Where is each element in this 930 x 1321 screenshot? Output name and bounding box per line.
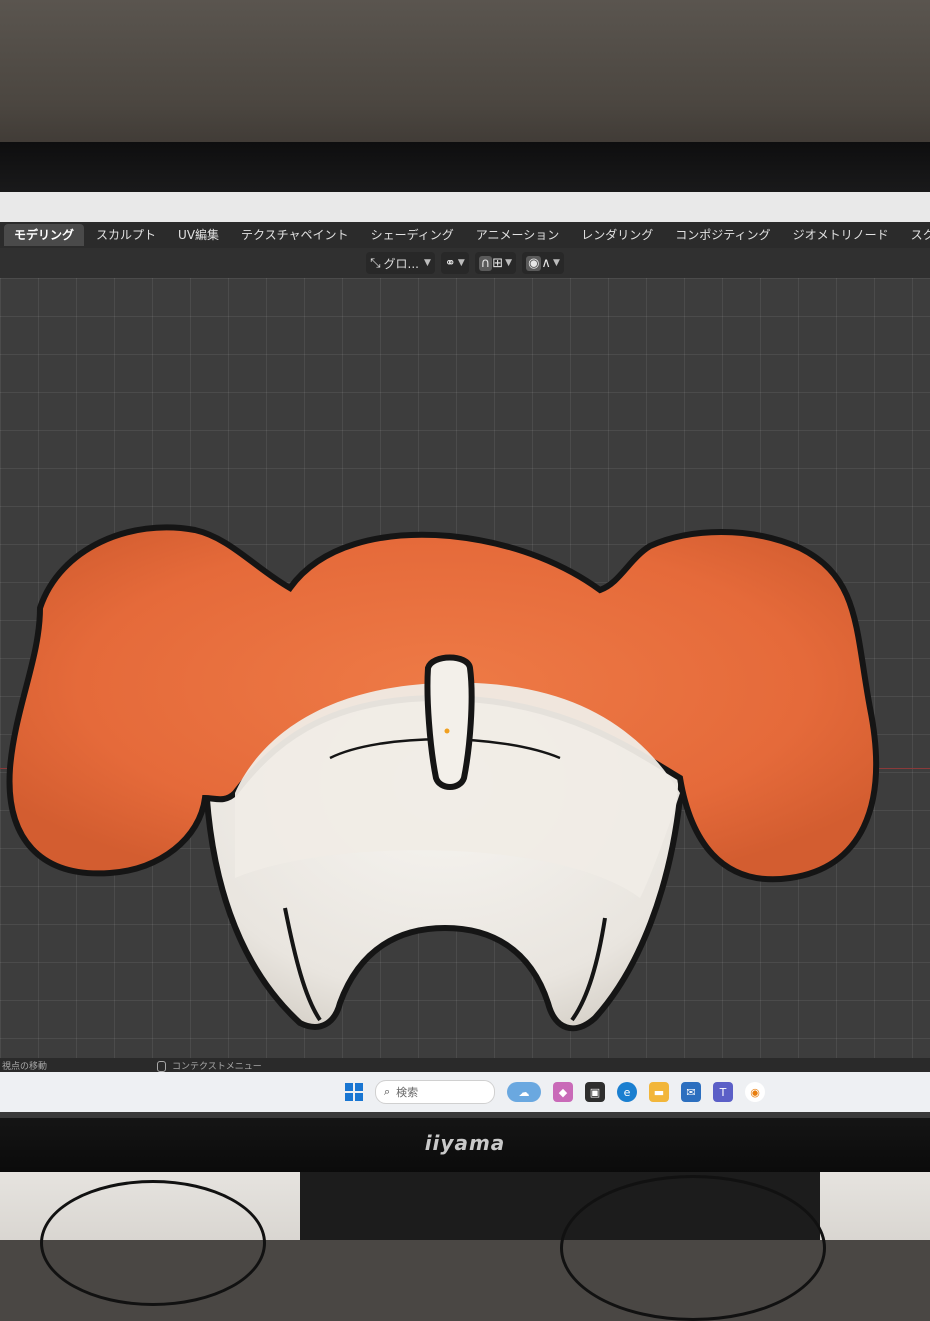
transform-orientation-dropdown[interactable]: ⤡ グロ... ▼ — [366, 252, 435, 274]
snap-icon[interactable]: ∩ — [478, 255, 493, 271]
mail-icon[interactable]: ✉ — [681, 1082, 701, 1102]
transform-orientation-icon: ⤡ — [370, 255, 381, 271]
transform-orientation-label: グロ... — [383, 256, 419, 271]
falloff-icon[interactable]: ∧ — [541, 256, 551, 271]
monitor-screen: モデリング スカルプト UV編集 テクスチャペイント シェーディング アニメーシ… — [0, 192, 930, 1120]
pivot-point-dropdown[interactable]: ⚭ ▼ — [440, 252, 469, 274]
chevron-down-icon: ▼ — [505, 258, 513, 268]
tab-animation[interactable]: アニメーション — [466, 224, 570, 246]
copilot-icon[interactable]: ◆ — [553, 1082, 573, 1102]
file-explorer-icon[interactable]: ▬ — [649, 1082, 669, 1102]
mouse-right-icon — [157, 1060, 167, 1072]
background-wall — [0, 0, 930, 150]
cable — [40, 1180, 266, 1306]
chevron-down-icon: ▼ — [457, 258, 465, 268]
tab-geometry-nodes[interactable]: ジオメトリノード — [783, 224, 899, 246]
status-hint-context-menu-label: コンテクストメニュー — [172, 1061, 262, 1072]
task-view-icon[interactable]: ▣ — [585, 1082, 605, 1102]
proportional-edit-icon[interactable]: ◉ — [526, 255, 542, 271]
status-hint-context-menu: コンテクストメニュー — [157, 1059, 262, 1072]
monitor-bezel-top — [0, 142, 930, 198]
windows-taskbar: ⌕ 検索 ☁ ◆ ▣ e ▬ ✉ T ◉ — [0, 1072, 930, 1112]
widgets-icon[interactable]: ☁ — [507, 1082, 541, 1102]
search-icon: ⌕ — [384, 1085, 391, 1098]
origin-point[interactable] — [444, 728, 450, 734]
tab-texture-paint[interactable]: テクスチャペイント — [231, 224, 359, 246]
title-strip — [0, 192, 930, 222]
tab-scripting[interactable]: スクリプト — [901, 224, 930, 246]
tab-modeling[interactable]: モデリング — [4, 224, 85, 246]
tab-compositing[interactable]: コンポジティング — [665, 224, 780, 246]
tab-rendering[interactable]: レンダリング — [571, 224, 663, 246]
taskbar-search-placeholder: 検索 — [396, 1086, 419, 1099]
tab-uv-editing[interactable]: UV編集 — [168, 224, 229, 246]
snap-target-icon[interactable]: ⊞ — [492, 256, 503, 271]
status-hint-move-view: 視点の移動 — [2, 1061, 48, 1072]
snap-controls[interactable]: ∩ ⊞ ▼ — [474, 252, 517, 274]
chevron-down-icon: ▼ — [423, 258, 431, 268]
tab-sculpt[interactable]: スカルプト — [86, 224, 166, 246]
status-bar: 視点の移動 コンテクストメニュー — [0, 1058, 930, 1072]
model-nose — [424, 654, 475, 790]
character-model[interactable] — [0, 278, 930, 1058]
taskbar-search[interactable]: ⌕ 検索 — [375, 1080, 495, 1104]
windows-start-icon[interactable] — [345, 1083, 363, 1101]
tab-shading[interactable]: シェーディング — [361, 224, 464, 246]
blender-icon[interactable]: ◉ — [745, 1082, 765, 1102]
teams-icon[interactable]: T — [713, 1082, 733, 1102]
cable — [560, 1175, 826, 1321]
proportional-edit-controls[interactable]: ◉ ∧ ▼ — [522, 252, 564, 274]
viewport-header: ⤡ グロ... ▼ ⚭ ▼ ∩ ⊞ ▼ ◉ ∧ ▼ — [0, 248, 930, 278]
monitor-brand-logo: iiyama — [424, 1131, 506, 1155]
pivot-point-icon: ⚭ — [444, 255, 456, 271]
chevron-down-icon: ▼ — [552, 258, 560, 268]
workspace-tab-bar: モデリング スカルプト UV編集 テクスチャペイント シェーディング アニメーシ… — [0, 222, 930, 248]
edge-browser-icon[interactable]: e — [617, 1082, 637, 1102]
3d-viewport[interactable] — [0, 278, 930, 1058]
